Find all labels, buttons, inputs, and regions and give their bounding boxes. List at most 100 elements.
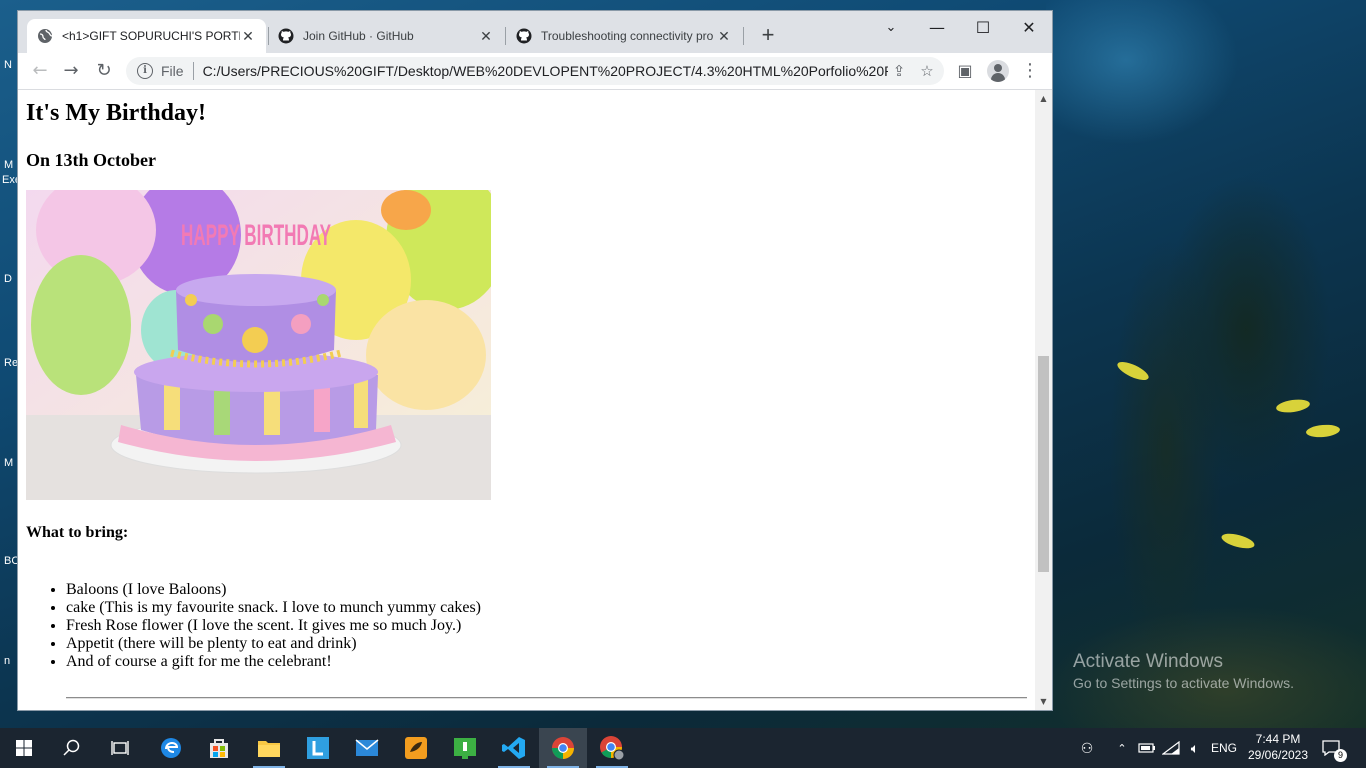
clock-time: 7:44 PM xyxy=(1255,732,1301,746)
tab-title: <h1>GIFT SOPURUCHI'S PORTFO xyxy=(62,29,240,43)
system-clock[interactable]: 7:44 PM 29/06/2023 xyxy=(1240,731,1316,763)
sticky-app[interactable] xyxy=(441,728,489,768)
browser-window: <h1>GIFT SOPURUCHI'S PORTFO ✕ Join GitHu… xyxy=(18,11,1052,710)
menu-kebab-icon[interactable]: ⋮ xyxy=(1017,58,1043,84)
page-subheading: On 13th October xyxy=(26,150,156,170)
tab-portfolio[interactable]: <h1>GIFT SOPURUCHI'S PORTFO ✕ xyxy=(27,19,266,53)
desktop-icon-label[interactable]: BC xyxy=(4,555,19,567)
github-icon xyxy=(516,28,532,44)
tab-strip: <h1>GIFT SOPURUCHI'S PORTFO ✕ Join GitHu… xyxy=(18,11,1052,53)
start-button[interactable] xyxy=(0,728,48,768)
horizontal-rule xyxy=(66,697,1027,699)
watermark-subtitle: Go to Settings to activate Windows. xyxy=(1073,675,1294,691)
new-tab-button[interactable]: + xyxy=(756,24,780,48)
fish-decoration xyxy=(1220,530,1256,552)
bring-heading: What to bring: xyxy=(26,524,129,541)
desktop-icon-label[interactable]: Re xyxy=(4,357,18,369)
maximize-button[interactable]: ☐ xyxy=(960,15,1006,41)
search-icon xyxy=(63,739,80,756)
action-center-icon[interactable] xyxy=(1318,728,1344,768)
windows-logo-icon xyxy=(16,740,32,756)
l-letter-icon xyxy=(307,737,329,759)
address-url[interactable]: C:/Users/PRECIOUS%20GIFT/Desktop/WEB%20D… xyxy=(203,63,888,79)
list-item: cake (This is my favourite snack. I love… xyxy=(66,599,481,617)
fish-decoration xyxy=(1115,358,1151,384)
page-scrollbar[interactable]: ▲ ▼ xyxy=(1035,90,1052,710)
edge-app[interactable] xyxy=(147,728,195,768)
page-viewport: It's My Birthday! On 13th October HAPPY … xyxy=(18,90,1035,710)
chrome-icon xyxy=(552,737,574,759)
battery-icon[interactable] xyxy=(1136,728,1158,768)
paint-app[interactable] xyxy=(392,728,440,768)
language-indicator[interactable]: ENG xyxy=(1208,728,1240,768)
close-window-button[interactable]: ✕ xyxy=(1006,15,1052,41)
tab-title: Troubleshooting connectivity pro xyxy=(541,29,714,43)
file-explorer-app[interactable] xyxy=(245,728,293,768)
share-icon[interactable]: ⇪ xyxy=(888,62,910,80)
close-tab-icon[interactable]: ✕ xyxy=(716,28,732,45)
cake-candle-text: HAPPY BIRTHDAY xyxy=(181,219,331,252)
people-icon[interactable]: ⚇ xyxy=(1074,728,1100,768)
github-icon xyxy=(278,28,294,44)
avatar-body xyxy=(991,73,1005,82)
bring-list: Baloons (I love Baloons) cake (This is m… xyxy=(26,581,481,671)
profile-avatar-icon[interactable] xyxy=(987,60,1009,82)
browser-toolbar: ← → ↻ i File C:/Users/PRECIOUS%20GIFT/De… xyxy=(18,53,1052,90)
scroll-down-arrow-icon[interactable]: ▼ xyxy=(1035,693,1052,710)
side-panel-icon[interactable]: ▣ xyxy=(952,58,978,84)
l-app[interactable] xyxy=(294,728,342,768)
page-heading: It's My Birthday! xyxy=(26,100,206,126)
store-app[interactable] xyxy=(195,728,243,768)
list-item: Fresh Rose flower (I love the scent. It … xyxy=(66,617,481,635)
mail-app[interactable] xyxy=(343,728,391,768)
list-item: And of course a gift for me the celebran… xyxy=(66,653,481,671)
avatar-head xyxy=(994,64,1002,72)
close-tab-icon[interactable]: ✕ xyxy=(478,28,494,45)
paint-icon xyxy=(405,737,427,759)
reload-button[interactable]: ↻ xyxy=(91,58,117,84)
clock-date: 29/06/2023 xyxy=(1247,748,1309,762)
notification-count-badge: 9 xyxy=(1334,749,1347,762)
tab-search-icon[interactable]: ⌄ xyxy=(868,15,914,41)
bookmark-star-icon[interactable]: ☆ xyxy=(916,62,938,80)
desktop-icon-label[interactable]: N xyxy=(4,59,12,71)
desktop-icon-label[interactable]: D xyxy=(4,273,12,285)
address-bar[interactable]: i File C:/Users/PRECIOUS%20GIFT/Desktop/… xyxy=(126,57,944,85)
task-view-button[interactable] xyxy=(96,728,144,768)
minimize-button[interactable]: — xyxy=(914,15,960,41)
tab-separator xyxy=(743,27,744,45)
mail-icon xyxy=(355,739,379,756)
chrome-profile-app[interactable] xyxy=(588,728,636,768)
chrome-profile-icon xyxy=(600,736,625,761)
wifi-icon[interactable] xyxy=(1160,728,1182,768)
chrome-app[interactable] xyxy=(539,728,587,768)
vscode-app[interactable] xyxy=(490,728,538,768)
desktop-icon-label[interactable]: M xyxy=(4,457,13,469)
forward-button[interactable]: → xyxy=(58,58,84,84)
fish-decoration xyxy=(1275,397,1311,415)
desktop-icon-label[interactable]: n xyxy=(4,655,10,667)
task-view-icon xyxy=(111,741,129,755)
folder-icon xyxy=(258,741,280,757)
show-hidden-icons-chevron-icon[interactable]: ⌃ xyxy=(1112,728,1132,768)
info-icon[interactable]: i xyxy=(137,63,153,79)
address-scheme-label: File xyxy=(161,63,184,79)
address-separator xyxy=(192,62,194,80)
back-button[interactable]: ← xyxy=(27,58,53,84)
edge-icon xyxy=(161,738,181,758)
scroll-up-arrow-icon[interactable]: ▲ xyxy=(1035,90,1052,107)
desktop-wallpaper xyxy=(1046,0,1366,728)
desktop-icon-label[interactable]: M xyxy=(4,159,13,171)
desktop-icons: N M Exe D Re M BC n xyxy=(0,0,21,728)
volume-icon[interactable]: 🔈︎ xyxy=(1184,728,1206,768)
tab-troubleshooting[interactable]: Troubleshooting connectivity pro ✕ xyxy=(506,19,742,53)
tab-title: Join GitHub · GitHub xyxy=(303,29,414,43)
search-button[interactable] xyxy=(48,728,96,768)
globe-icon xyxy=(37,28,53,44)
scrollbar-thumb[interactable] xyxy=(1038,356,1049,572)
close-tab-icon[interactable]: ✕ xyxy=(240,28,256,45)
tab-github-join[interactable]: Join GitHub · GitHub ✕ xyxy=(268,19,504,53)
store-bag-icon xyxy=(210,739,228,758)
watermark-title: Activate Windows xyxy=(1073,651,1223,672)
taskbar: ⚇ ⌃ 🔈︎ ENG 7:44 PM 29/06/2023 9 xyxy=(0,728,1366,768)
